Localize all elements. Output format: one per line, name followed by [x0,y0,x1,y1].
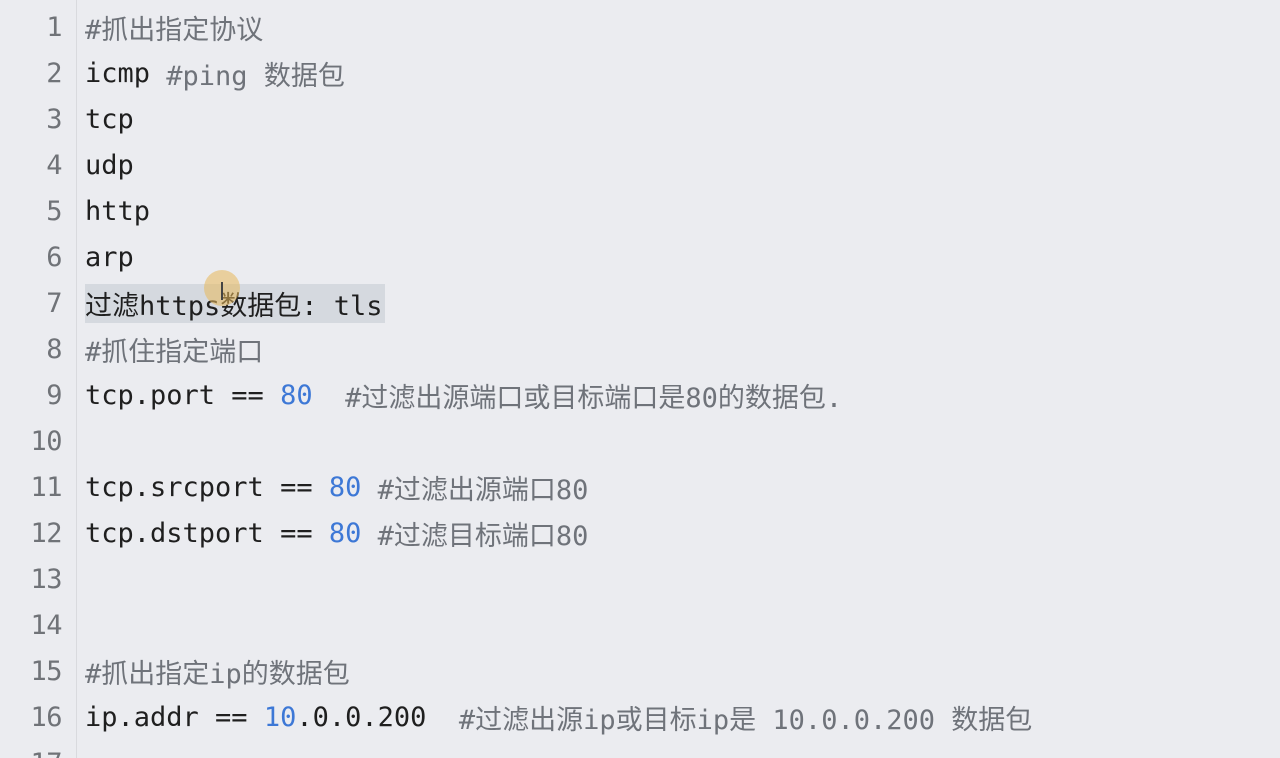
code-line[interactable]: 6 arp [0,234,1280,280]
line-number: 17 [0,748,62,758]
text-cursor-icon [221,282,223,300]
code-comment: #过滤出源ip或目标ip是 10.0.0.200 数据包 [458,704,1033,736]
line-number: 11 [30,471,62,503]
line-number: 14 [30,609,62,641]
code-line[interactable]: 16 ip.addr == 10.0.0.200 #过滤出源ip或目标ip是 10… [0,694,1280,740]
code-number: 80 [280,379,313,411]
code-token: tcp [85,103,134,135]
code-line[interactable]: 1 #抓出指定协议 [0,4,1280,50]
code-comment: #抓出指定协议 [85,14,264,46]
line-number: 15 [30,655,62,687]
code-text: http [85,188,150,234]
code-token: http [85,195,151,227]
code-number: 10 [263,701,297,733]
code-comment: #抓出指定ip的数据包 [85,658,350,690]
code-text: udp [85,142,134,188]
code-line[interactable]: 2 icmp #ping 数据包 [0,50,1280,96]
code-line[interactable]: 15 #抓出指定ip的数据包 [0,648,1280,694]
code-line[interactable]: 17 [0,740,1280,758]
line-number: 9 [46,379,62,411]
code-line[interactable]: 13 [0,556,1280,602]
line-number: 2 [46,57,62,89]
code-comment: #抓住指定端口 [85,336,264,368]
code-token: tcp.port == [85,379,281,411]
code-editor[interactable]: 1 #抓出指定协议 2 icmp #ping 数据包 3 tcp 4 udp 5 http 6 arp… [0,0,1280,758]
line-number: 5 [46,195,62,227]
code-token: arp [85,241,134,273]
line-number: 8 [46,333,62,365]
line-number: 7 [46,287,62,319]
line-number: 4 [46,149,62,181]
code-token: icmp [85,57,167,89]
code-token: tcp.dstport == [85,517,329,549]
code-line[interactable]: 14 [0,602,1280,648]
code-line[interactable]: 5 http [0,188,1280,234]
code-text: icmp #ping 数据包 [85,50,345,96]
line-number: 10 [30,425,62,457]
code-line[interactable]: 4 udp [0,142,1280,188]
code-number: 80 [328,471,362,503]
code-comment: #过滤出源端口或目标端口是80的数据包. [312,382,843,414]
code-comment: #过滤目标端口80 [361,520,589,552]
line-number: 3 [46,103,62,135]
code-token: tcp.srcport == [85,471,329,503]
code-line[interactable]: 11 tcp.srcport == 80 #过滤出源端口80 [0,464,1280,510]
line-number: 1 [46,11,62,43]
code-line[interactable]: 7 过滤https数据包: tls [0,280,1280,326]
code-line[interactable]: 3 tcp [0,96,1280,142]
code-text: tcp.dstport == 80 #过滤目标端口80 [85,510,588,556]
code-text: tcp.srcport == 80 #过滤出源端口80 [85,464,588,510]
code-text: ip.addr == 10.0.0.200 #过滤出源ip或目标ip是 10.0… [85,694,1032,740]
code-comment: #过滤出源端口80 [361,474,589,506]
code-text: #抓住指定端口 [85,326,263,372]
code-token: udp [85,149,134,181]
code-line[interactable]: 9 tcp.port == 80 #过滤出源端口或目标端口是80的数据包. [0,372,1280,418]
line-number: 12 [30,517,62,549]
code-number: 80 [328,517,362,549]
line-number: 6 [46,241,62,273]
code-text: tcp.port == 80 #过滤出源端口或目标端口是80的数据包. [85,372,842,418]
code-line[interactable]: 8 #抓住指定端口 [0,326,1280,372]
code-text: #抓出指定ip的数据包 [85,648,350,694]
line-number: 16 [30,701,62,733]
code-line[interactable]: 12 tcp.dstport == 80 #过滤目标端口80 [0,510,1280,556]
code-line[interactable]: 10 [0,418,1280,464]
line-number: 13 [30,563,62,595]
code-text: #抓出指定协议 [85,4,263,50]
code-token: .0.0.200 [296,701,459,733]
code-text: arp [85,234,134,280]
code-text: tcp [85,96,134,142]
code-token: ip.addr == [85,701,264,733]
code-comment: #ping 数据包 [166,60,345,92]
